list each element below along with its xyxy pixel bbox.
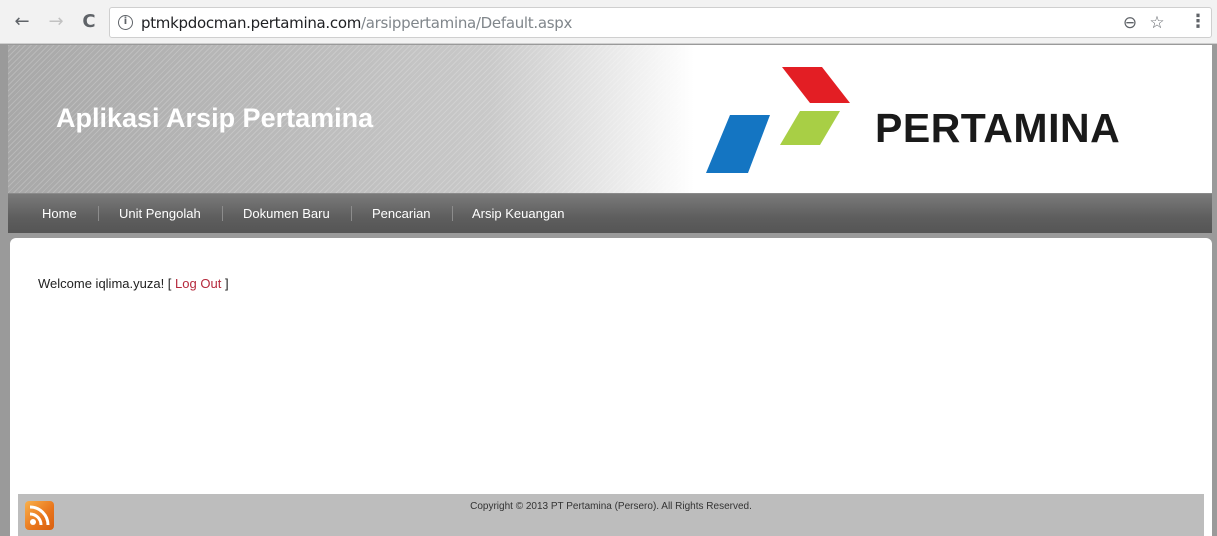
forward-icon[interactable]: → [45,11,67,33]
menu-separator [222,206,223,221]
back-icon[interactable]: ← [11,11,33,33]
rss-dot [30,519,36,525]
menu-item-dokumen-baru[interactable]: Dokumen Baru [243,206,330,221]
address-bar[interactable]: i ptmkpdocman.pertamina.com/arsippertami… [109,7,1212,38]
logo-blue-shape [706,115,770,173]
logo-green-shape [780,111,840,145]
menu-separator [452,206,453,221]
menu-item-home[interactable]: Home [42,206,77,221]
copyright-text: Copyright © 2013 PT Pertamina (Persero).… [470,501,752,512]
page: Aplikasi Arsip Pertamina PERTAMINA Home … [8,45,1212,536]
header: Aplikasi Arsip Pertamina PERTAMINA [8,45,1212,193]
welcome-text: Welcome iqlima.yuza! [ [38,276,172,291]
url-text[interactable]: ptmkpdocman.pertamina.com/arsippertamina… [141,14,572,32]
star-icon[interactable]: ☆ [1146,12,1168,34]
main-menu: Home Unit Pengolah Dokumen Baru Pencaria… [8,193,1212,233]
menu-separator [351,206,352,221]
brand-name: PERTAMINA [875,105,1121,151]
logo-red-shape [782,67,850,103]
logout-link[interactable]: Log Out [175,276,221,291]
zoom-icon[interactable]: ⊖ [1119,12,1141,34]
main-content: Welcome iqlima.yuza! [ Log Out ] [10,238,1212,536]
url-host: ptmkpdocman.pertamina.com [141,14,362,32]
menu-item-pencarian[interactable]: Pencarian [372,206,431,221]
url-path: /arsippertamina/Default.aspx [361,14,573,32]
app-title: Aplikasi Arsip Pertamina [56,103,374,133]
menu-separator [98,206,99,221]
welcome-bracket: ] [224,276,229,291]
info-icon[interactable]: i [118,15,133,30]
menu-item-unit-pengolah[interactable]: Unit Pengolah [119,206,201,221]
reload-icon[interactable]: C [78,11,100,33]
pertamina-logo-icon [706,67,850,173]
menu-item-arsip-keuangan[interactable]: Arsip Keuangan [472,206,565,221]
browser-toolbar: ← → C i ptmkpdocman.pertamina.com/arsipp… [0,0,1217,44]
footer: Copyright © 2013 PT Pertamina (Persero).… [18,494,1204,536]
welcome-message: Welcome iqlima.yuza! [ Log Out ] [38,276,229,291]
browser-menu-icon[interactable]: ⋮ [1188,11,1208,33]
